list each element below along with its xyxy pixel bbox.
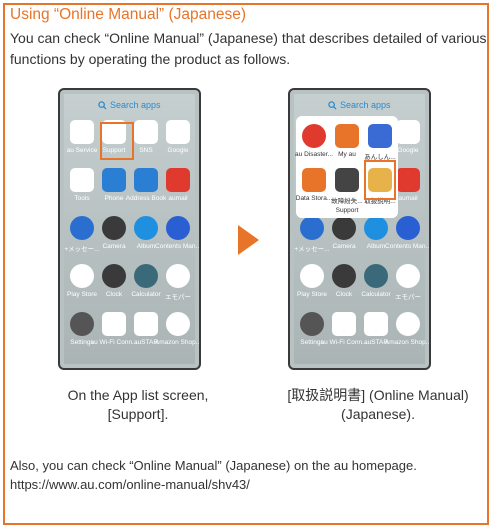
- step1-caption: On the App list screen, [Support].: [58, 386, 218, 424]
- step2-caption: [取扱説明書] (Online Manual) (Japanese).: [262, 386, 494, 424]
- emopa-icon: [166, 264, 190, 288]
- footer-note: Also, you can check “Online Manual” (Jap…: [10, 456, 480, 494]
- app-anshin[interactable]: あんしん...: [356, 124, 404, 161]
- footer-text: Also, you can check “Online Manual” (Jap…: [10, 458, 417, 473]
- app-label: Amazon Shop...: [384, 339, 431, 346]
- app-contents-manager[interactable]: Contents Man...: [154, 216, 201, 250]
- search-icon: [98, 101, 108, 110]
- section-intro: You can check “Online Manual” (Japanese)…: [10, 30, 487, 67]
- app-amazon[interactable]: Amazon Shop...: [384, 312, 431, 346]
- search-apps-bar[interactable]: Search apps: [64, 100, 195, 110]
- app-label: エモパー: [395, 294, 421, 301]
- anshin-icon: [368, 124, 392, 148]
- amazon-icon: [396, 312, 420, 336]
- app-google-folder[interactable]: Google: [154, 120, 199, 154]
- app-label: エモパー: [165, 294, 191, 301]
- app-contents-manager[interactable]: Contents Man...: [384, 216, 431, 250]
- step2-caption-line1: [取扱説明書] (Online Manual): [287, 387, 469, 403]
- step1-caption-line1: On the App list screen,: [67, 387, 209, 403]
- phone-screenshot-support-folder: Search apps Google aumail +メッセー... Camera Al…: [288, 88, 431, 370]
- phone-screenshot-app-list: Search apps au Service Support SNS Google To…: [58, 88, 201, 370]
- app-emopa[interactable]: エモパー: [154, 264, 199, 301]
- section-title: Using “Online Manual” (Japanese): [10, 6, 247, 23]
- next-step-arrow: [238, 225, 259, 255]
- search-apps-label: Search apps: [109, 100, 161, 110]
- app-label: Contents Man...: [155, 243, 201, 250]
- aumail-icon: [166, 168, 190, 192]
- step2-caption-line2: (Japanese).: [341, 406, 415, 422]
- app-amazon[interactable]: Amazon Shop...: [154, 312, 201, 346]
- footer-url-link[interactable]: https://www.au.com/online-manual/shv43/: [10, 475, 480, 494]
- app-label: aumail: [168, 195, 188, 202]
- manual-highlight: [364, 160, 396, 200]
- app-aumail[interactable]: aumail: [154, 168, 199, 202]
- app-emopa[interactable]: エモパー: [384, 264, 429, 301]
- support-folder-screen: Search apps Google aumail +メッセー... Camera Al…: [294, 94, 429, 364]
- step1-caption-line2: [Support].: [107, 406, 169, 422]
- app-label: Google: [167, 147, 189, 154]
- app-list-screen: Search apps au Service Support SNS Google To…: [64, 94, 199, 364]
- search-apps-bar[interactable]: Search apps: [294, 100, 425, 110]
- app-label: Contents Man...: [385, 243, 431, 250]
- app-label: Amazon Shop...: [154, 339, 201, 346]
- emopa-icon: [396, 264, 420, 288]
- search-apps-label: Search apps: [339, 100, 391, 110]
- support-highlight: [100, 122, 134, 160]
- google-folder-icon: [166, 120, 190, 144]
- search-icon: [328, 101, 338, 110]
- amazon-icon: [166, 312, 190, 336]
- support-folder-title: Support: [335, 207, 359, 214]
- contents-manager-icon: [166, 216, 190, 240]
- contents-manager-icon: [396, 216, 420, 240]
